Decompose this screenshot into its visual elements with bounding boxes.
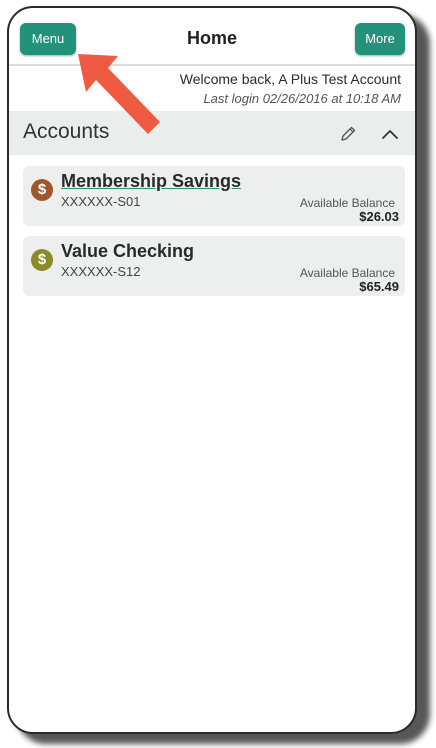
account-card-checking[interactable]: $ Value Checking XXXXXX-S12 Available Ba… [23, 236, 405, 296]
account-number: XXXXXX-S01 [61, 194, 141, 209]
dollar-coin-icon: $ [31, 179, 53, 201]
account-number: XXXXXX-S12 [61, 264, 141, 279]
chevron-up-icon[interactable] [381, 127, 399, 141]
dollar-coin-icon: $ [31, 249, 53, 271]
balance-label: Available Balance [299, 266, 395, 280]
welcome-message: Welcome back, A Plus Test Account [179, 71, 401, 87]
account-name[interactable]: Value Checking [61, 241, 194, 262]
pointer-arrow-icon [78, 54, 160, 134]
balance-label: Available Balance [299, 196, 395, 210]
accounts-section-header: Accounts [9, 111, 415, 155]
balance-value: $65.49 [359, 279, 399, 294]
top-bar: Menu Home More [9, 8, 415, 66]
last-login: Last login 02/26/2016 at 10:18 AM [203, 91, 401, 106]
account-card-savings[interactable]: $ Membership Savings XXXXXX-S01 Availabl… [23, 166, 405, 226]
welcome-block: Welcome back, A Plus Test Account Last l… [180, 70, 401, 108]
stage: Menu Home More Welcome back, A Plus Test… [0, 0, 436, 748]
account-name[interactable]: Membership Savings [61, 171, 241, 192]
more-button[interactable]: More [355, 23, 405, 55]
balance-value: $26.03 [359, 209, 399, 224]
pencil-icon[interactable] [339, 125, 357, 143]
device-frame: Menu Home More Welcome back, A Plus Test… [7, 6, 417, 734]
